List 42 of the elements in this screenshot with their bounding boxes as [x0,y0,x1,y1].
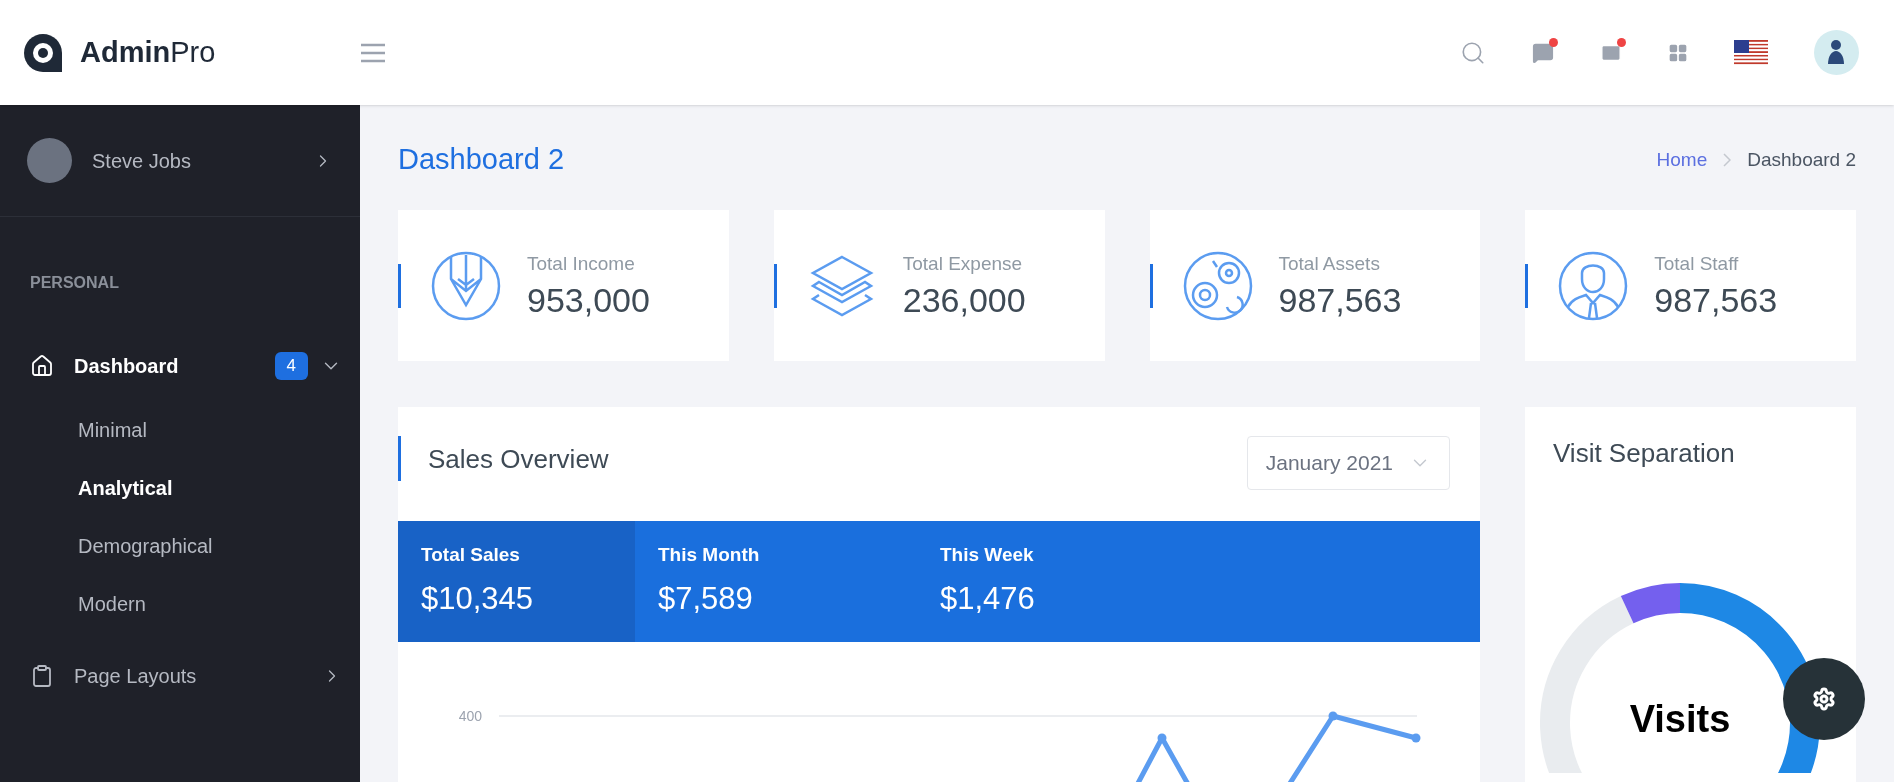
logo-icon [22,31,64,74]
user-name[interactable]: Steve Jobs [92,145,191,176]
stat-label: Total Staff [1654,252,1740,276]
settings-icon [1812,687,1836,711]
pencil-circle-icon [431,250,501,321]
card-title: Visit Separation [1553,437,1736,470]
card-title: Sales Overview [428,443,609,476]
count-badge: 4 [274,352,308,380]
nav-item[interactable]: Dashboard 4 [0,337,360,395]
brand-name-suffix: Pro [170,34,216,70]
nav-item[interactable]: Page Layouts [0,647,360,705]
breadcrumb-separator-icon [1723,153,1732,167]
stat-label: Total Income [527,252,636,276]
stat-label: Total Expense [902,252,1024,276]
person-circle-icon [1558,250,1629,321]
page-title: Dashboard 2 [398,142,565,178]
gears-circle-icon [1182,250,1253,321]
stat-value: 236,000 [902,279,1026,321]
us-flag-icon[interactable] [1734,40,1768,65]
sales-summary-tile[interactable]: Total Sales $10,345 [398,521,635,642]
stat-value: 987,563 [1654,279,1778,321]
section-heading: PERSONAL [30,273,119,293]
apps-grid-icon[interactable] [1668,42,1688,63]
user-avatar[interactable] [1814,30,1859,75]
axis-tick-label: 400 [458,708,482,724]
submenu-item[interactable]: Modern [0,575,360,633]
stat-label: Total Assets [1278,252,1381,276]
submenu-item[interactable]: Analytical [0,459,360,517]
breadcrumb-item: Dashboard 2 [1747,147,1856,172]
clipboard-icon [30,664,54,688]
submenu-item[interactable]: Demographical [0,517,360,575]
breadcrumb-item[interactable]: Home [1656,145,1708,175]
brand-name[interactable]: Admin [80,30,171,75]
user-avatar [27,138,72,183]
month-dropdown[interactable]: January 2021 [1246,436,1450,490]
submenu-item[interactable]: Minimal [0,401,360,459]
chat-icon[interactable] [1532,41,1554,64]
home-icon [30,354,54,378]
menu-toggle-icon[interactable] [360,42,386,63]
stat-value: 953,000 [527,279,650,321]
donut-center-label: Visits [1628,697,1732,742]
stat-value: 987,563 [1278,279,1402,321]
